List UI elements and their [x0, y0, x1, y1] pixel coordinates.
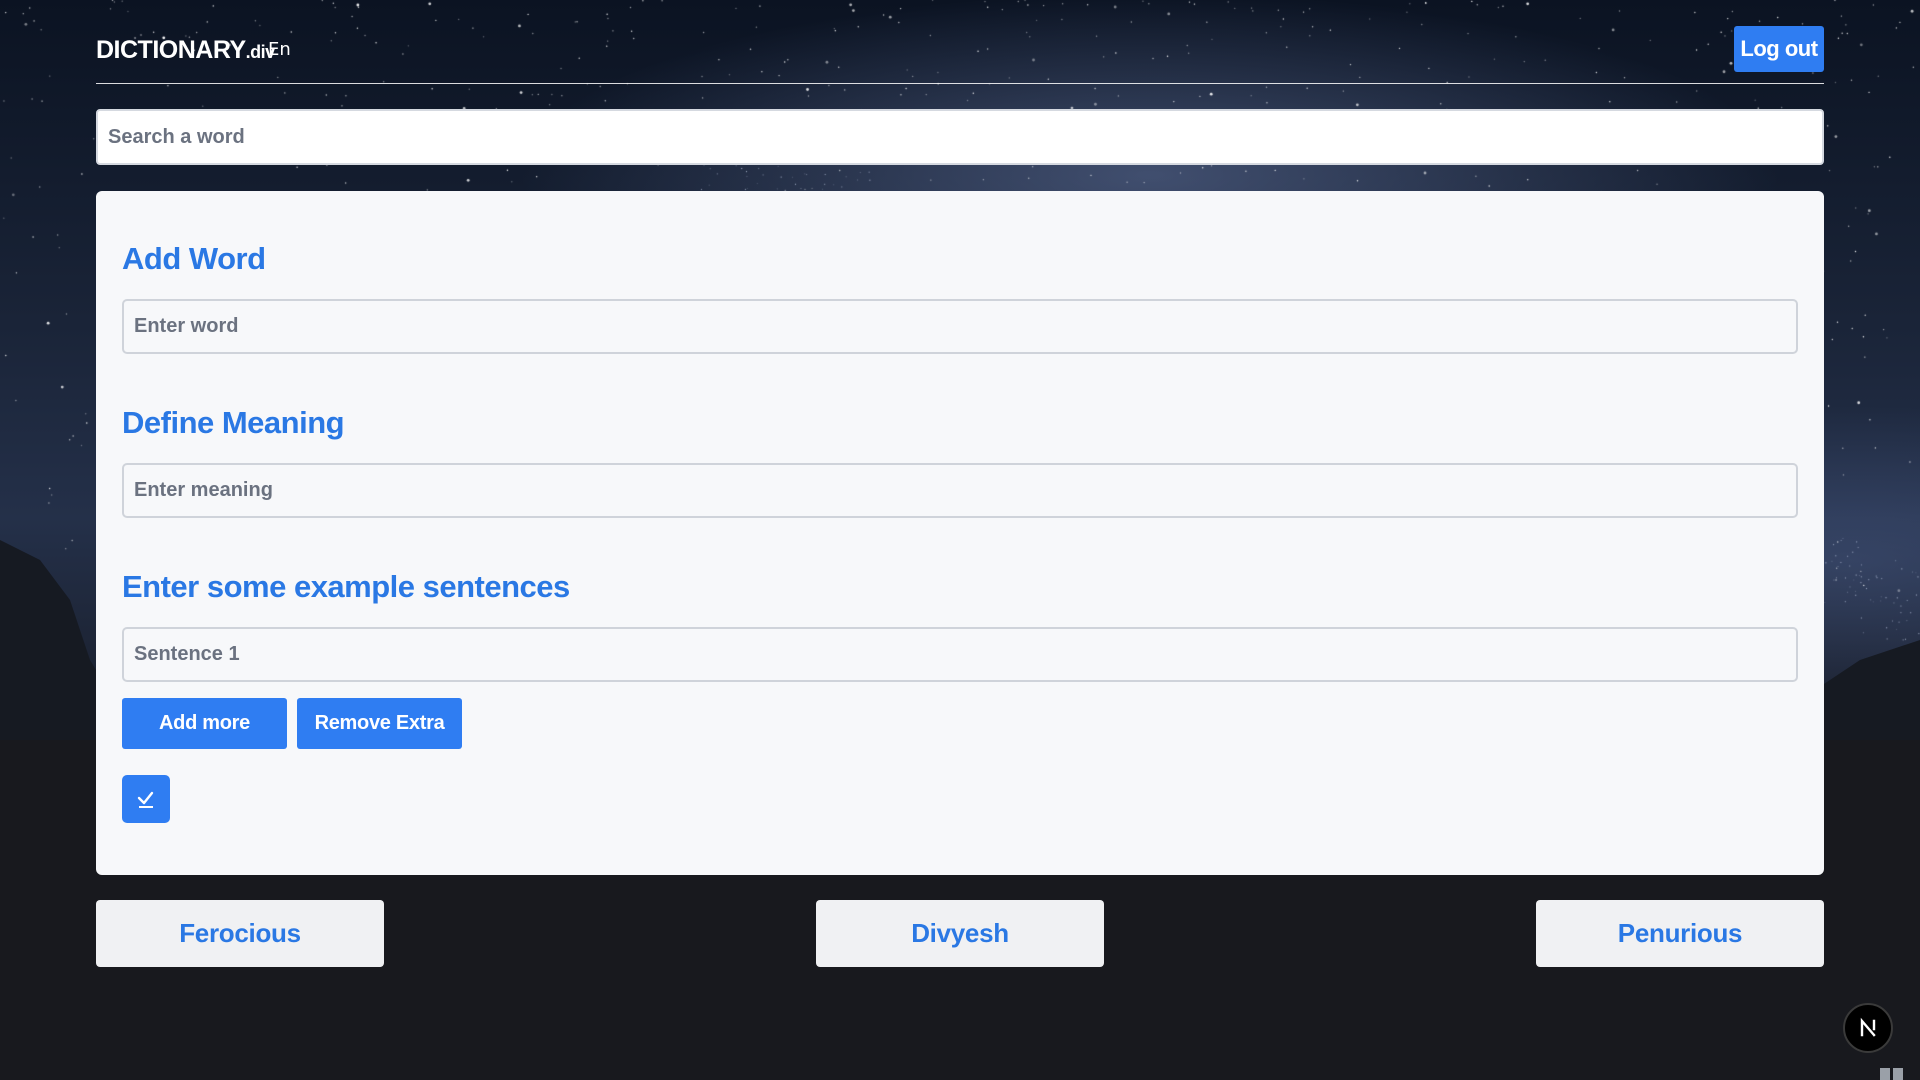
- word-card-penurious[interactable]: Penurious: [1536, 900, 1824, 967]
- word-input[interactable]: [122, 299, 1798, 354]
- define-meaning-title: Define Meaning: [122, 405, 345, 440]
- sentence-input[interactable]: [122, 627, 1798, 682]
- add-word-card: Add Word Define Meaning Enter some examp…: [96, 191, 1824, 875]
- meaning-input[interactable]: [122, 463, 1798, 518]
- word-card-divyesh[interactable]: Divyesh: [816, 900, 1104, 967]
- logout-button[interactable]: Log out: [1734, 26, 1824, 72]
- submit-button[interactable]: [122, 775, 170, 823]
- word-card-ferocious[interactable]: Ferocious: [96, 900, 384, 967]
- add-more-button[interactable]: Add more: [122, 698, 287, 749]
- corner-indicator-icon: [1880, 1068, 1904, 1080]
- top-navbar: DICTIONARY .div En Log out: [96, 26, 1824, 84]
- search-input[interactable]: [96, 109, 1824, 165]
- nextjs-logo-icon[interactable]: [1843, 1003, 1893, 1053]
- site-logo[interactable]: DICTIONARY .div: [96, 36, 275, 72]
- examples-title: Enter some example sentences: [122, 569, 570, 604]
- logo-text: DICTIONARY: [96, 36, 246, 64]
- add-word-title: Add Word: [122, 241, 266, 276]
- n-letter-icon: [1860, 1017, 1876, 1037]
- remove-extra-button[interactable]: Remove Extra: [297, 698, 462, 749]
- check-icon: [137, 791, 154, 808]
- language-selector[interactable]: En: [268, 39, 291, 60]
